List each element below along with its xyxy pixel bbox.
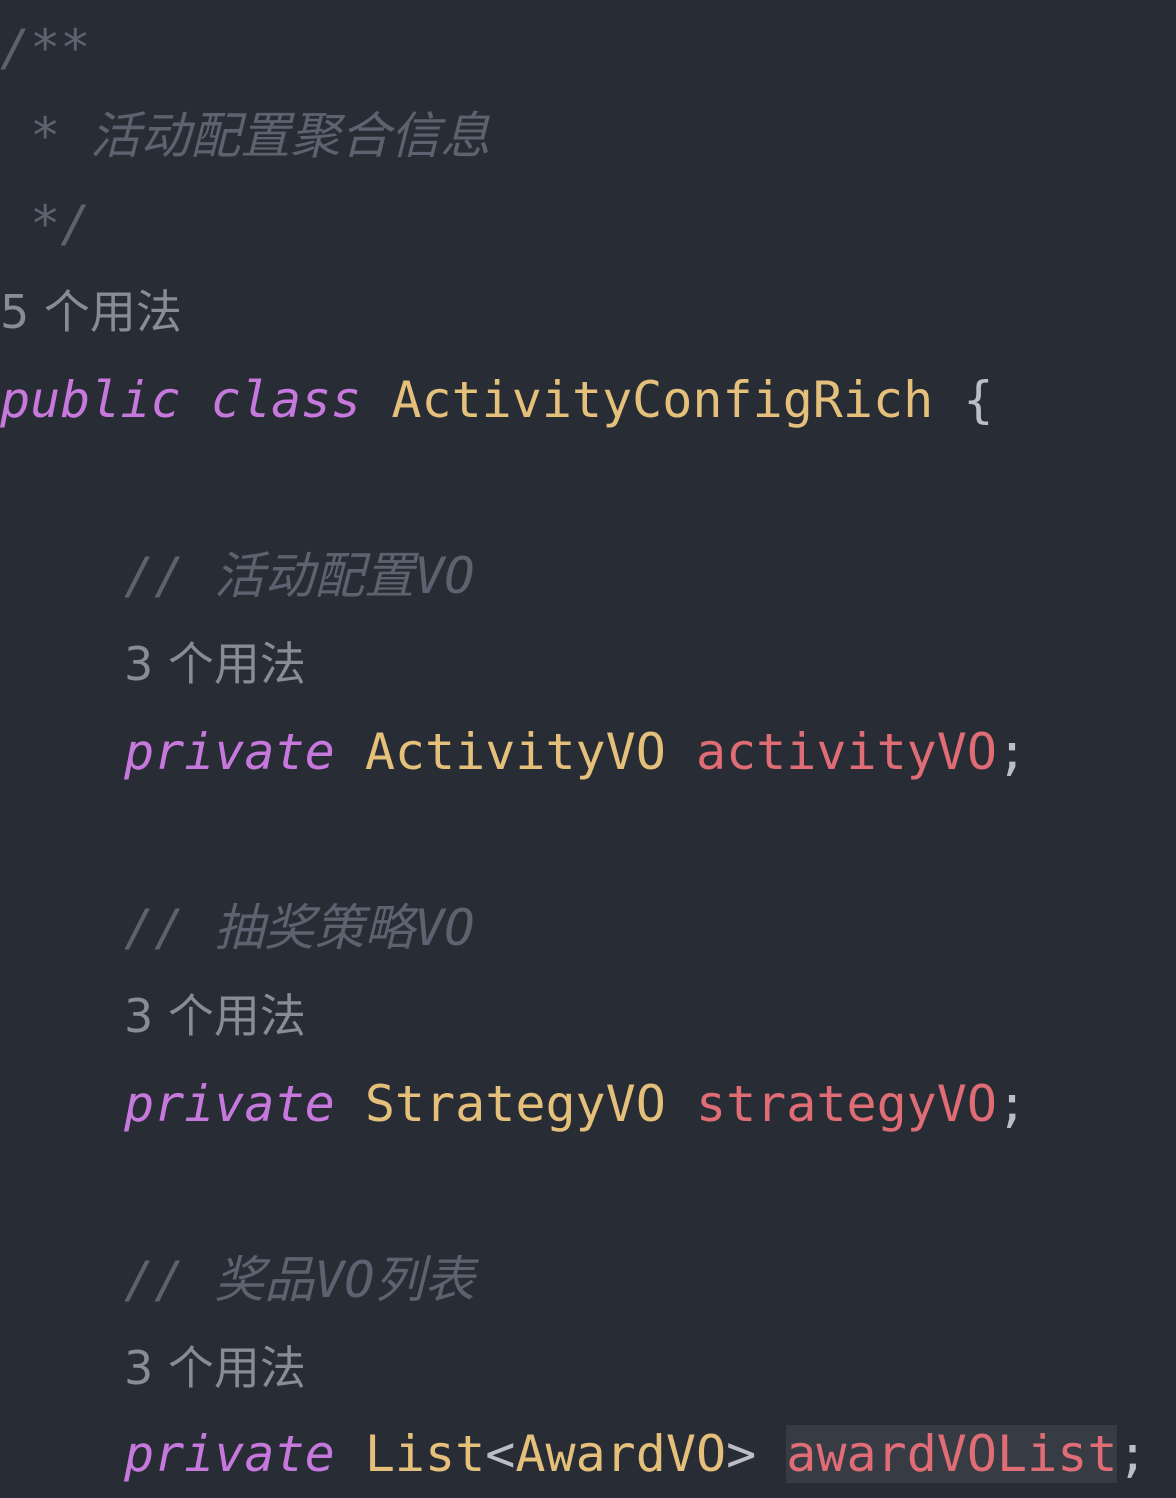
field-usages-hint[interactable]: 3 个用法: [0, 1324, 306, 1412]
field-comment: // 抽奖策略VO: [124, 899, 475, 957]
field-usages-hint[interactable]: 3 个用法: [0, 620, 306, 708]
generic-open: <: [485, 1425, 516, 1483]
field-declaration: private List<AwardVO> awardVOList;: [0, 1410, 1148, 1498]
field-type[interactable]: ActivityVO: [365, 723, 666, 781]
generic-close: >: [726, 1425, 757, 1483]
class-name[interactable]: ActivityConfigRich: [391, 371, 933, 429]
field-declaration: private ActivityVO activityVO;: [0, 708, 1027, 796]
keyword-class: class: [210, 371, 362, 429]
code-editor[interactable]: /** * 活动配置聚合信息 */ 5 个用法 public class Act…: [0, 0, 1176, 1496]
field-declaration: private StrategyVO strategyVO;: [0, 1060, 1027, 1148]
class-declaration: public class ActivityConfigRich {: [0, 356, 993, 444]
field-name-highlighted[interactable]: awardVOList: [786, 1425, 1118, 1483]
doc-comment-text: * 活动配置聚合信息: [0, 107, 491, 165]
semicolon: ;: [1117, 1425, 1148, 1483]
keyword-private: private: [124, 1425, 335, 1483]
field-type[interactable]: StrategyVO: [365, 1075, 666, 1133]
field-type[interactable]: List: [365, 1425, 485, 1483]
field-usages-hint[interactable]: 3 个用法: [0, 972, 306, 1060]
field-name[interactable]: strategyVO: [696, 1075, 997, 1133]
field-comment: // 奖品VO列表: [124, 1251, 475, 1309]
keyword-public: public: [0, 371, 181, 429]
field-type-argument[interactable]: AwardVO: [515, 1425, 726, 1483]
field-comment: // 活动配置VO: [124, 547, 475, 605]
keyword-private: private: [124, 1075, 335, 1133]
doc-comment-open: /**: [0, 19, 91, 77]
class-usages-hint[interactable]: 5 个用法: [0, 268, 182, 356]
open-brace: {: [963, 371, 994, 429]
doc-comment-close: */: [0, 195, 91, 253]
semicolon: ;: [997, 1075, 1028, 1133]
semicolon: ;: [997, 723, 1028, 781]
field-name[interactable]: activityVO: [696, 723, 997, 781]
keyword-private: private: [124, 723, 335, 781]
